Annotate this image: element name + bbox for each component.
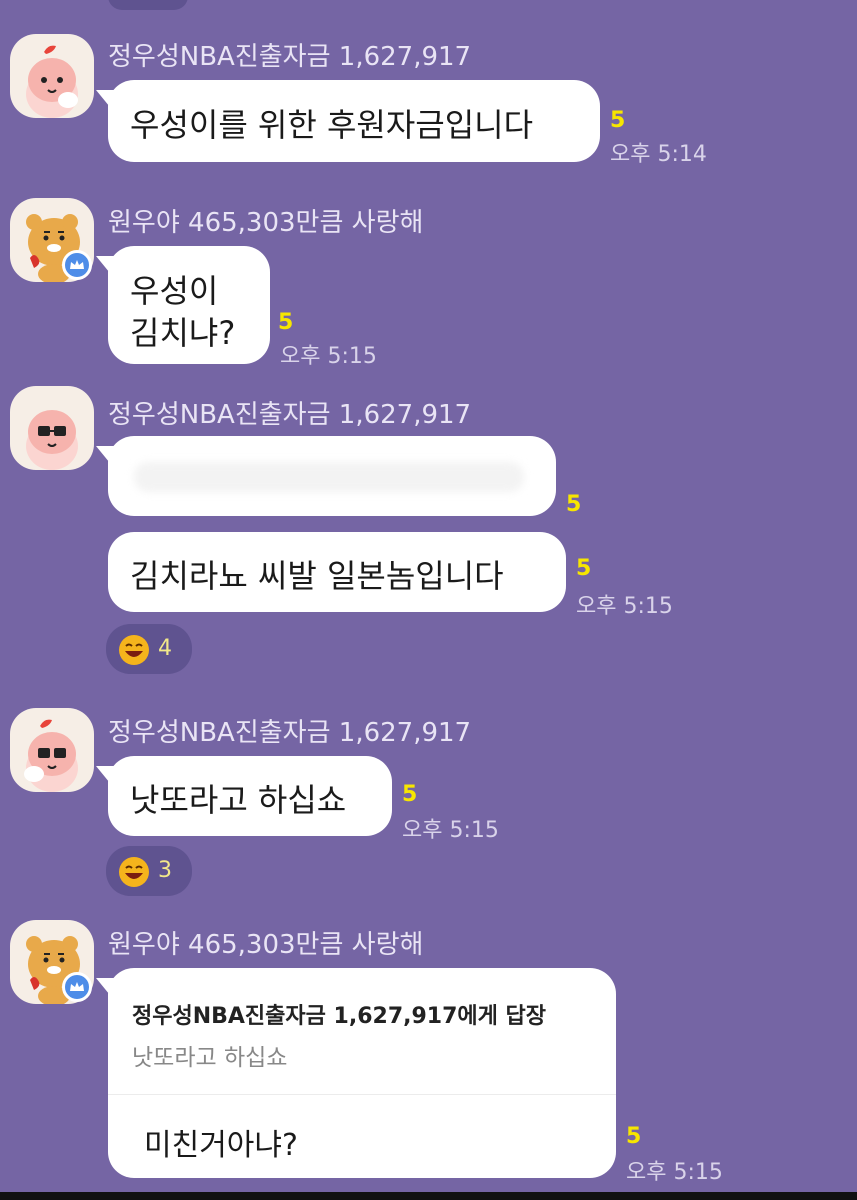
message-time: 오후 5:14 (610, 142, 707, 167)
sender-name: 정우성NBA진출자금 1,627,917 (108, 400, 472, 430)
unread-count: 5 (278, 310, 294, 335)
unread-count: 5 (610, 108, 626, 133)
reply-target[interactable]: 정우성NBA진출자금 1,627,917에게 답장 (132, 998, 546, 1030)
apeach-avatar-icon[interactable] (10, 34, 94, 118)
bottom-edge (0, 1192, 857, 1200)
message-text: 미친거아냐? (144, 1128, 298, 1163)
unread-count: 5 (576, 556, 592, 581)
unread-count: 5 (626, 1124, 642, 1149)
message-bubble[interactable]: 낫또라고 하십쇼 (96, 756, 392, 836)
message-time: 오후 5:15 (280, 344, 377, 369)
message-bubble-hidden[interactable] (96, 436, 556, 516)
reply-quote: 낫또라고 하십쇼 (132, 1045, 288, 1071)
unread-count: 5 (566, 492, 582, 517)
prev-reaction-chip (108, 0, 188, 10)
message-bubble[interactable]: 김치라뇨 씨발 일본놈입니다 (108, 532, 566, 612)
crown-badge-icon (62, 250, 92, 280)
reaction-count: 3 (158, 858, 172, 883)
message-text: 우성이를 위한 후원자금입니다 (130, 106, 534, 144)
message-time: 오후 5:15 (402, 818, 499, 843)
message-text-line: 김치냐? (130, 314, 236, 352)
apeach-avatar-icon[interactable] (10, 708, 94, 792)
crown-badge-icon (62, 972, 92, 1002)
bubble-tail (96, 446, 114, 468)
sender-name: 정우성NBA진출자금 1,627,917 (108, 42, 472, 72)
message-time: 오후 5:15 (626, 1160, 723, 1185)
reply-divider (108, 1094, 616, 1095)
message-text-line: 우성이 (130, 272, 219, 310)
bubble-tail (96, 90, 114, 112)
laughing-emoji-icon (118, 634, 150, 670)
unread-count: 5 (402, 782, 418, 807)
apeach-avatar-icon[interactable] (10, 386, 94, 470)
bubble-tail (96, 978, 114, 1000)
blurred-content (134, 462, 524, 492)
bubble-tail (96, 766, 114, 788)
message-text: 김치라뇨 씨발 일본놈입니다 (130, 557, 504, 595)
reply-bubble[interactable]: 정우성NBA진출자금 1,627,917에게 답장 낫또라고 하십쇼 미친거아냐… (96, 968, 616, 1178)
sender-name: 원우야 465,303만큼 사랑해 (108, 930, 424, 960)
message-time: 오후 5:15 (576, 594, 673, 619)
message-bubble[interactable]: 우성이를 위한 후원자금입니다 (96, 80, 600, 162)
bubble-tail (96, 256, 114, 278)
reaction-chip[interactable]: 4 (106, 624, 192, 674)
sender-name: 정우성NBA진출자금 1,627,917 (108, 718, 472, 748)
laughing-emoji-icon (118, 856, 150, 892)
message-bubble[interactable]: 우성이 김치냐? (96, 246, 270, 364)
reaction-count: 4 (158, 636, 172, 661)
reaction-chip[interactable]: 3 (106, 846, 192, 896)
sender-name: 원우야 465,303만큼 사랑해 (108, 208, 424, 238)
message-text: 낫또라고 하십쇼 (130, 781, 347, 819)
